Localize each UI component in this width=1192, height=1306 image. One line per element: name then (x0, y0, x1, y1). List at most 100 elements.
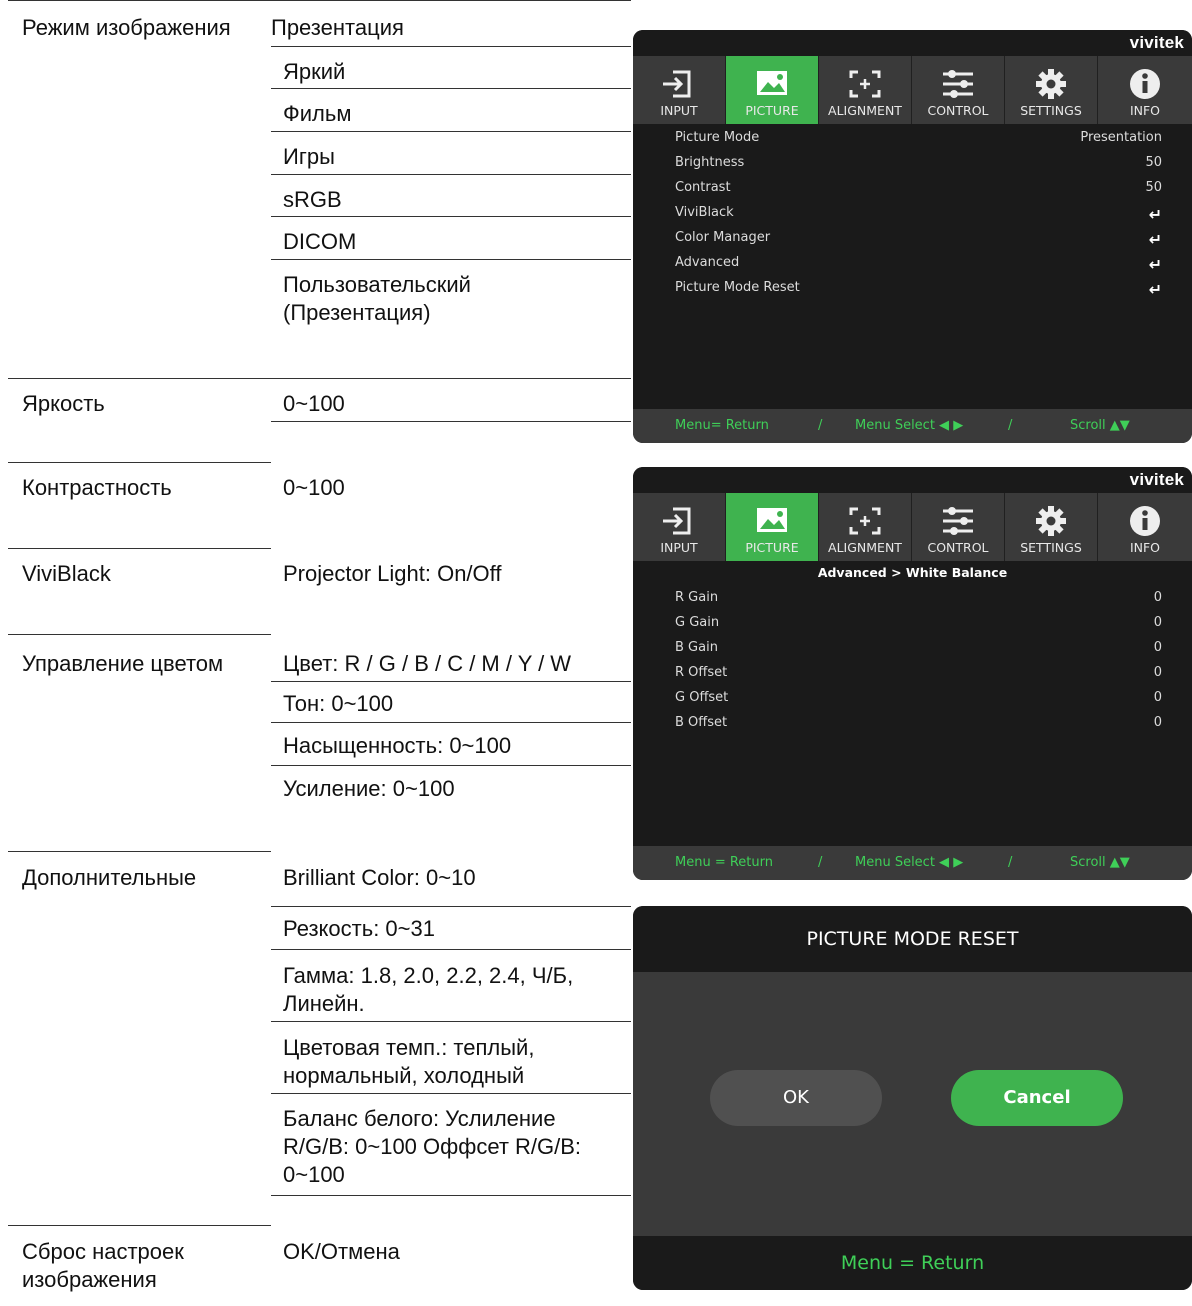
footer-hint-scroll: Scroll ▲▼ (1070, 855, 1130, 870)
row-label-viviblack: ViviBlack (22, 561, 111, 586)
menu-row-g-offset[interactable]: G Offset 0 (675, 690, 1162, 714)
osd-picture-menu: vivitek INPUT PICTURE ALIGNMENT CONTROL … (633, 30, 1192, 443)
info-icon (1130, 506, 1160, 536)
footer-separator: / (818, 418, 823, 433)
dialog-footer-hint: Menu = Return (633, 1236, 1192, 1290)
submenu-breadcrumb: Advanced > White Balance (817, 565, 1008, 580)
menu-key: R Offset (675, 665, 728, 680)
tab-label: CONTROL (927, 103, 989, 118)
tab-label: PICTURE (745, 540, 799, 555)
menu-row-r-offset[interactable]: R Offset 0 (675, 665, 1162, 689)
tab-settings[interactable]: SETTINGS (1005, 493, 1098, 561)
dialog-title: PICTURE MODE RESET (633, 906, 1192, 972)
tab-alignment[interactable]: ALIGNMENT (819, 56, 912, 124)
menu-row-advanced[interactable]: Advanced ↵ (675, 255, 1162, 279)
menu-key: Advanced (675, 255, 740, 270)
enter-icon: ↵ (1148, 280, 1162, 299)
tab-control[interactable]: CONTROL (912, 493, 1005, 561)
menu-key: Picture Mode Reset (675, 280, 800, 295)
tab-label: INFO (1129, 540, 1161, 555)
tab-label: INPUT (660, 103, 698, 118)
menu-row-contrast[interactable]: Contrast 50 (675, 180, 1162, 204)
menu-row-viviblack[interactable]: ViviBlack ↵ (675, 205, 1162, 229)
menu-row-picture-mode[interactable]: Picture Mode Presentation (675, 130, 1162, 154)
tab-label: ALIGNMENT (828, 103, 902, 118)
cancel-button[interactable]: Cancel (951, 1070, 1123, 1126)
row-label-advanced: Дополнительные (22, 865, 197, 890)
osd-menu-list: Picture Mode Presentation Brightness 50 Co… (633, 124, 1192, 409)
menu-row-color-manager[interactable]: Color Manager ↵ (675, 230, 1162, 254)
osd-tab-bar: INPUT PICTURE ALIGNMENT CONTROL SETTINGS… (633, 493, 1192, 561)
menu-row-picture-mode-reset[interactable]: Picture Mode Reset ↵ (675, 280, 1162, 304)
tab-label: SETTINGS (1020, 103, 1082, 118)
picture-mode-option: sRGB (283, 187, 342, 212)
menu-row-r-gain[interactable]: R Gain 0 (675, 590, 1162, 614)
advanced-value: Баланс белого: Услиление R/G/B: 0~100 Оф… (283, 1106, 582, 1187)
tab-label: ALIGNMENT (828, 540, 902, 555)
osd-footer: Menu= Return / Menu Select ◀ ▶ / Scroll … (633, 409, 1192, 443)
menu-key: G Offset (675, 690, 729, 705)
menu-row-brightness[interactable]: Brightness 50 (675, 155, 1162, 179)
tab-settings[interactable]: SETTINGS (1005, 56, 1098, 124)
input-icon (663, 70, 691, 98)
ok-button[interactable]: OK (710, 1070, 882, 1126)
alignment-icon (849, 507, 881, 535)
info-icon (1130, 69, 1160, 99)
tab-label: INPUT (660, 540, 698, 555)
footer-hint-select: Menu Select ◀ ▶ (855, 418, 964, 433)
menu-key: R Gain (675, 590, 719, 605)
picture-mode-option: Фильм (283, 101, 352, 126)
tab-info[interactable]: INFO (1098, 493, 1192, 561)
menu-value: 0 (1153, 590, 1162, 605)
footer-separator: / (1008, 855, 1013, 870)
tab-alignment[interactable]: ALIGNMENT (819, 493, 912, 561)
row-label-color-manager: Управление цветом (22, 651, 224, 676)
color-manager-value: Насыщенность: 0~100 (283, 733, 512, 758)
tab-label: CONTROL (927, 540, 989, 555)
row-label-picture-mode: Режим изображения (22, 15, 231, 40)
gear-icon (1036, 69, 1066, 99)
color-manager-value: Усиление: 0~100 (283, 776, 455, 801)
menu-key: B Offset (675, 715, 728, 730)
osd-menu-list: Advanced > White Balance R Gain 0 G Gain 0… (633, 561, 1192, 846)
osd-footer: Menu = Return / Menu Select ◀ ▶ / Scroll… (633, 846, 1192, 880)
alignment-icon (849, 70, 881, 98)
advanced-value: Резкость: 0~31 (283, 916, 435, 941)
tab-picture[interactable]: PICTURE (726, 56, 819, 124)
osd-brand-bar: vivitek (633, 467, 1192, 493)
vivitek-logo: vivitek (1129, 33, 1184, 52)
tab-control[interactable]: CONTROL (912, 56, 1005, 124)
footer-separator: / (818, 855, 823, 870)
row-label-reset: Сброс настроек изображения (22, 1239, 184, 1292)
advanced-value: Гамма: 1.8, 2.0, 2.2, 2.4, Ч/Б, Линейн. (283, 963, 574, 1016)
color-manager-value: Тон: 0~100 (283, 691, 394, 716)
menu-row-b-gain[interactable]: B Gain 0 (675, 640, 1162, 664)
tab-picture[interactable]: PICTURE (726, 493, 819, 561)
menu-key: Picture Mode (675, 130, 760, 145)
menu-key: G Gain (675, 615, 720, 630)
menu-row-g-gain[interactable]: G Gain 0 (675, 615, 1162, 639)
advanced-value: Цветовая темп.: теплый, нормальный, холо… (283, 1035, 535, 1088)
osd-tab-bar: INPUT PICTURE ALIGNMENT CONTROL SETTINGS… (633, 56, 1192, 124)
sliders-icon (943, 507, 973, 535)
input-icon (663, 507, 691, 535)
menu-value: 0 (1153, 615, 1162, 630)
gear-icon (1036, 506, 1066, 536)
tab-label: SETTINGS (1020, 540, 1082, 555)
tab-input[interactable]: INPUT (633, 56, 726, 124)
sliders-icon (943, 70, 973, 98)
menu-value: 0 (1153, 640, 1162, 655)
menu-key: Brightness (675, 155, 745, 170)
tab-info[interactable]: INFO (1098, 56, 1192, 124)
menu-value: 0 (1153, 715, 1162, 730)
picture-mode-option: Игры (283, 144, 335, 169)
picture-icon (757, 71, 787, 95)
row-label-contrast: Контрастность (22, 475, 172, 500)
tab-input[interactable]: INPUT (633, 493, 726, 561)
menu-value: 0 (1153, 690, 1162, 705)
menu-value: 0 (1153, 665, 1162, 680)
picture-mode-option: Презентация (271, 15, 404, 40)
menu-row-b-offset[interactable]: B Offset 0 (675, 715, 1162, 739)
menu-value: Presentation (1080, 130, 1162, 145)
enter-icon: ↵ (1148, 230, 1162, 249)
